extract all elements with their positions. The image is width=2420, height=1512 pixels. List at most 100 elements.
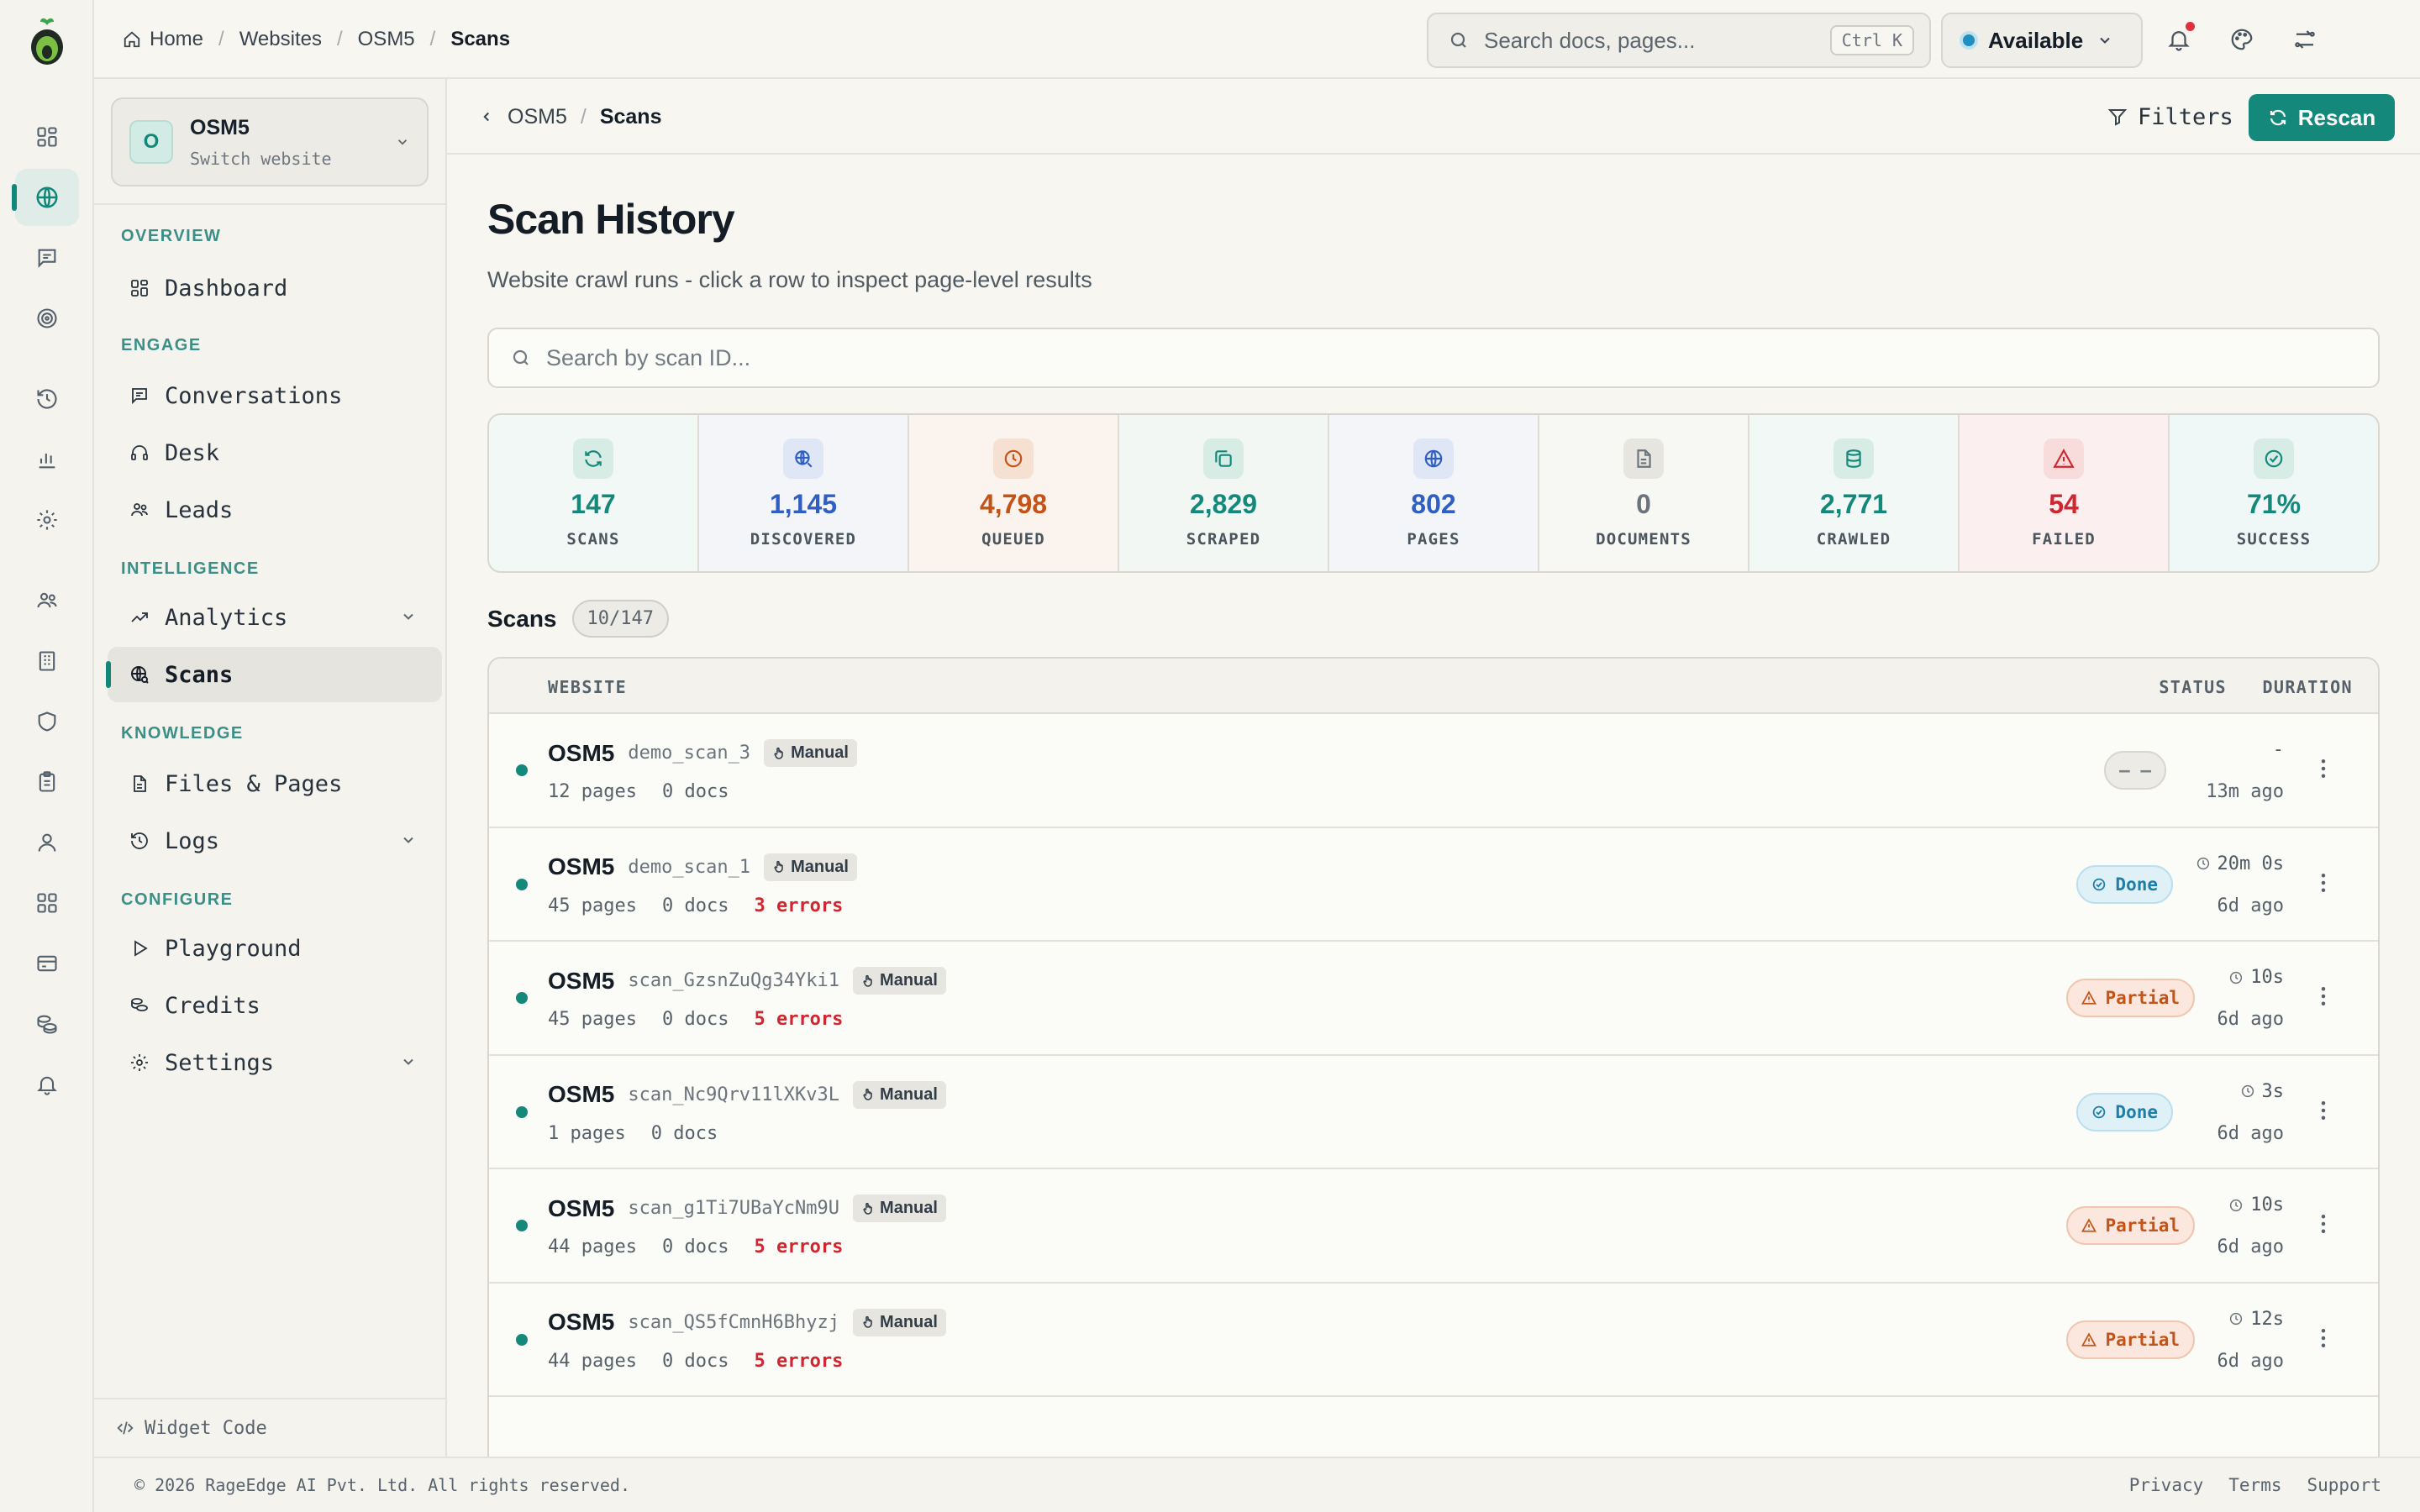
row-duration-value: 20m 0s bbox=[2217, 853, 2284, 874]
rail-coins-icon[interactable] bbox=[15, 995, 79, 1053]
stat-label: PAGES bbox=[1407, 530, 1460, 549]
availability-dropdown[interactable]: Available bbox=[1941, 13, 2143, 68]
row-scan-id: demo_scan_1 bbox=[628, 856, 751, 878]
table-row[interactable]: OSM5 scan_g1Ti7UBaYcNm9U Manual 44 pages 0 d… bbox=[489, 1169, 2378, 1284]
website-name: OSM5 bbox=[190, 115, 250, 139]
row-trigger-label: Manual bbox=[791, 857, 849, 876]
rail-shield-icon[interactable] bbox=[15, 693, 79, 750]
rail-user-icon[interactable] bbox=[15, 814, 79, 871]
breadcrumb-separator: / bbox=[429, 28, 436, 50]
kebab-menu-icon bbox=[2321, 1328, 2326, 1347]
app-logo[interactable] bbox=[20, 13, 74, 67]
sub-breadcrumb-current: Scans bbox=[599, 104, 662, 129]
rail-settings-icon[interactable] bbox=[15, 491, 79, 549]
main-content: OSM5 / Scans Filters Rescan Scan History… bbox=[447, 79, 2420, 1504]
clock-icon bbox=[2230, 971, 2243, 984]
rail-dashboard-icon[interactable] bbox=[15, 108, 79, 165]
row-errors: 5 errors bbox=[754, 1009, 844, 1030]
sidebar-item-leads[interactable]: Leads bbox=[108, 482, 442, 538]
users-icon bbox=[131, 503, 148, 517]
rail-team-icon[interactable] bbox=[15, 572, 79, 629]
row-website: OSM5 bbox=[548, 739, 615, 766]
footer-link-privacy[interactable]: Privacy bbox=[2129, 1475, 2204, 1495]
table-row[interactable]: OSM5 scan_QS5fCmnH6Bhyzj Manual 44 pages 0 d… bbox=[489, 1284, 2378, 1397]
rail-target-icon[interactable] bbox=[15, 290, 79, 347]
sidebar-item-logs[interactable]: Logs bbox=[108, 813, 442, 869]
breadcrumb-home[interactable]: Home bbox=[123, 28, 203, 51]
table-row[interactable]: OSM5 demo_scan_3 Manual 12 pages 0 docs – – - 1… bbox=[489, 714, 2378, 828]
sidebar-item-analytics[interactable]: Analytics bbox=[108, 590, 442, 645]
home-icon bbox=[124, 31, 140, 48]
rail-websites-icon[interactable] bbox=[12, 169, 79, 226]
column-website: WEBSITE bbox=[548, 677, 628, 697]
website-switcher[interactable]: O OSM5 Switch website bbox=[111, 97, 429, 186]
table-row[interactable]: OSM5 scan_GzsnZuQg34Yki1 Manual 45 pages 0 d… bbox=[489, 942, 2378, 1056]
row-menu-button[interactable] bbox=[2311, 984, 2336, 1009]
footer-link-support[interactable]: Support bbox=[2307, 1475, 2381, 1495]
row-menu-button[interactable] bbox=[2311, 1326, 2336, 1351]
row-menu-button[interactable] bbox=[2311, 1211, 2336, 1236]
refresh-icon bbox=[573, 438, 613, 479]
page-title: Scan History bbox=[487, 196, 735, 243]
breadcrumb: Home / Websites / OSM5 / Scans bbox=[123, 0, 510, 79]
row-duration: 10s bbox=[2228, 967, 2284, 988]
chevron-left-icon[interactable] bbox=[479, 109, 494, 124]
sidebar-item-scans[interactable]: Scans bbox=[106, 647, 442, 702]
row-trigger-label: Manual bbox=[880, 1199, 938, 1217]
sidebar-item-credits[interactable]: Credits bbox=[108, 978, 442, 1033]
chevron-down-icon bbox=[403, 613, 413, 620]
filters-button[interactable]: Filters bbox=[2094, 94, 2247, 139]
sub-breadcrumb-parent[interactable]: OSM5 bbox=[508, 105, 567, 129]
breadcrumb-separator: / bbox=[336, 28, 343, 50]
row-scan-id: scan_Nc9Qrv11lXKv3L bbox=[628, 1084, 840, 1105]
globe-search-icon bbox=[783, 438, 823, 479]
row-scan-id: demo_scan_3 bbox=[628, 743, 751, 764]
rail-card-icon[interactable] bbox=[15, 935, 79, 992]
stat-label: CRAWLED bbox=[1816, 530, 1891, 549]
stats-strip: 147 SCANS 1,145 DISCOVERED 4,798 QUEUED 2,829 S… bbox=[487, 413, 2380, 573]
widget-code-button[interactable]: Widget Code bbox=[94, 1398, 447, 1457]
footer-link-terms[interactable]: Terms bbox=[2228, 1475, 2281, 1495]
sidebar-item-dashboard[interactable]: Dashboard bbox=[108, 260, 442, 316]
sidebar-item-conversations[interactable]: Conversations bbox=[108, 368, 442, 423]
row-time-ago: 13m ago bbox=[2206, 781, 2284, 802]
rail-building-icon[interactable] bbox=[15, 633, 79, 690]
sidebar-item-files-pages[interactable]: Files & Pages bbox=[108, 756, 442, 811]
stat-label: DOCUMENTS bbox=[1596, 530, 1691, 549]
row-menu-button[interactable] bbox=[2311, 756, 2336, 781]
sidebar-item-desk[interactable]: Desk bbox=[108, 425, 442, 480]
rescan-button[interactable]: Rescan bbox=[2249, 94, 2395, 141]
rail-chart-icon[interactable] bbox=[15, 431, 79, 488]
sidebar-item-playground[interactable]: Playground bbox=[108, 921, 442, 976]
scan-search-input[interactable]: Search by scan ID... bbox=[487, 328, 2380, 388]
row-scan-id: scan_g1Ti7UBaYcNm9U bbox=[628, 1198, 840, 1219]
rail-apps-icon[interactable] bbox=[15, 874, 79, 932]
row-menu-button[interactable] bbox=[2311, 870, 2336, 895]
sub-breadcrumb: OSM5 / Scans bbox=[479, 79, 661, 155]
rail-history-icon[interactable] bbox=[15, 370, 79, 428]
table-row[interactable]: OSM5 demo_scan_1 Manual 45 pages 0 docs 3 err… bbox=[489, 828, 2378, 942]
scans-table: WEBSITE STATUS DURATION OSM5 demo_scan_3 M… bbox=[487, 657, 2380, 1504]
sidebar-item-settings[interactable]: Settings bbox=[108, 1035, 442, 1090]
row-duration: 3s bbox=[2240, 1081, 2284, 1102]
switch-button[interactable] bbox=[2284, 18, 2326, 60]
rail-bell-icon[interactable] bbox=[15, 1056, 79, 1113]
row-status-dot bbox=[516, 1333, 528, 1346]
notifications-button[interactable] bbox=[2158, 18, 2200, 60]
breadcrumb-site[interactable]: OSM5 bbox=[358, 28, 415, 51]
table-row[interactable]: OSM5 scan_Nc9Qrv11lXKv3L Manual 1 pages 0 do… bbox=[489, 1056, 2378, 1169]
row-pages: 44 pages bbox=[548, 1236, 637, 1257]
row-menu-button[interactable] bbox=[2311, 1098, 2336, 1123]
rail-chat-icon[interactable] bbox=[15, 229, 79, 286]
palette-icon bbox=[2231, 29, 2253, 50]
rail-clipboard-icon[interactable] bbox=[15, 753, 79, 811]
row-time-ago: 6d ago bbox=[2217, 1350, 2284, 1372]
global-search-input[interactable]: Search docs, pages... Ctrl K bbox=[1427, 13, 1931, 68]
breadcrumb-websites[interactable]: Websites bbox=[239, 28, 322, 51]
theme-button[interactable] bbox=[2221, 18, 2263, 60]
status-badge: Partial bbox=[2066, 1320, 2195, 1359]
website-switch-label: Switch website bbox=[190, 148, 332, 169]
stat-value: 1,145 bbox=[769, 489, 838, 519]
row-trigger-badge: Manual bbox=[853, 1194, 946, 1222]
dashboard-icon bbox=[131, 280, 148, 297]
